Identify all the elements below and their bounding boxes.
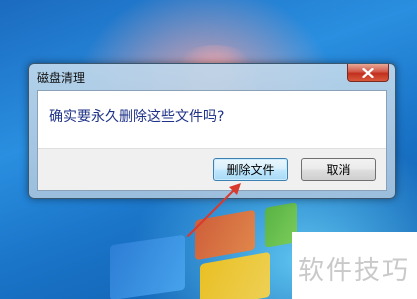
windows-logo-yellow-pane [200, 251, 270, 299]
close-button[interactable] [347, 64, 389, 82]
desktop-background: 软件技巧 磁盘清理 确实要永久删除这些文件吗? 删除文件 取消 [0, 0, 417, 299]
dialog-title: 磁盘清理 [37, 71, 86, 85]
confirm-message: 确实要永久删除这些文件吗? [49, 109, 225, 125]
cancel-button[interactable]: 取消 [301, 158, 376, 181]
disk-cleanup-dialog: 磁盘清理 确实要永久删除这些文件吗? 删除文件 取消 [28, 63, 396, 199]
watermark-text: 软件技巧 [298, 256, 411, 286]
delete-files-button[interactable]: 删除文件 [213, 158, 288, 181]
windows-logo-blue-pane [110, 234, 185, 299]
dialog-content: 确实要永久删除这些文件吗? 删除文件 取消 [37, 90, 387, 191]
windows-logo-red-pane [195, 209, 255, 261]
close-icon [362, 67, 374, 78]
dialog-button-bar: 删除文件 取消 [38, 148, 386, 190]
